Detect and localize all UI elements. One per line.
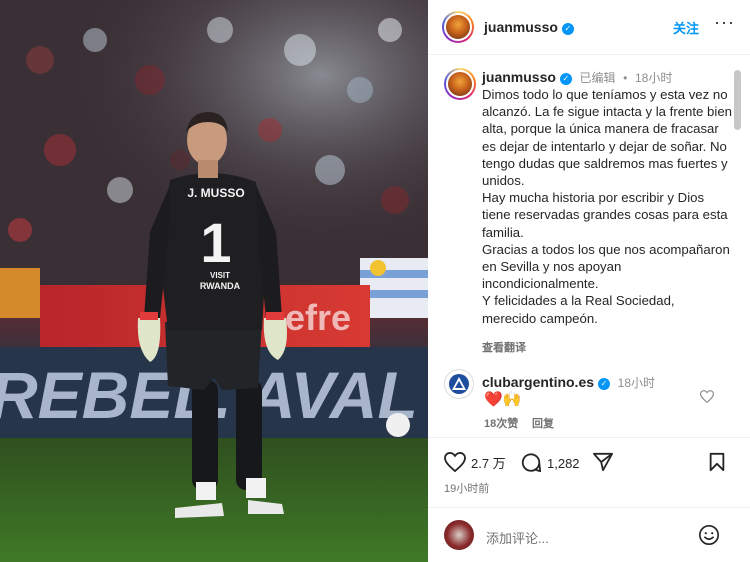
see-translation-link[interactable]: 查看翻译	[482, 339, 526, 355]
post-side-panel: juanmusso ✓ 关注 ··· juanmusso ✓ 已编辑 • 18小时 …	[428, 0, 750, 562]
scrollbar-thumb[interactable]	[734, 70, 741, 130]
follow-button[interactable]: 关注	[673, 18, 699, 37]
caption-text: Dimos todo lo que teníamos y esta vez no…	[482, 86, 732, 327]
heart-icon[interactable]	[444, 452, 466, 472]
caption-verified-badge-icon: ✓	[559, 73, 572, 85]
caption-time: 18小时	[635, 71, 673, 85]
verified-badge-icon: ✓	[561, 23, 574, 35]
jersey-number: 1	[200, 211, 231, 274]
caption-paragraph: Dimos todo lo que teníamos y esta vez no…	[482, 87, 732, 189]
goalkeeper-photo: efre REBEL. AVAL J. MUSSO 1 VISIT RWANDA	[0, 0, 428, 562]
post-photo[interactable]: efre REBEL. AVAL J. MUSSO 1 VISIT RWANDA	[0, 0, 428, 562]
author-name-wrap: juanmusso ✓	[484, 19, 574, 37]
comment-count[interactable]: 1,282	[547, 456, 580, 471]
jersey-sponsor-line2: RWANDA	[200, 281, 241, 291]
comment-text: ❤️🙌	[484, 391, 522, 408]
commenter-avatar[interactable]	[444, 369, 474, 399]
post-header: juanmusso ✓ 关注 ···	[428, 0, 750, 55]
jersey-name: J. MUSSO	[187, 186, 244, 200]
caption-paragraph: Y felicidades a la Real Sociedad, mereci…	[482, 293, 675, 326]
comment-reply-button[interactable]: 回复	[532, 415, 554, 431]
author-avatar[interactable]	[442, 11, 474, 43]
comment-input[interactable]: 添加评论...	[486, 528, 549, 547]
caption-separator: •	[623, 71, 628, 85]
caption-header: juanmusso ✓ 已编辑 • 18小时	[482, 69, 722, 86]
edited-label: 已编辑	[579, 71, 616, 85]
commenter-verified-badge-icon: ✓	[598, 378, 611, 390]
jersey-sponsor-line1: VISIT	[210, 271, 230, 280]
like-count[interactable]: 2.7 万	[471, 453, 506, 472]
comment-bubble-icon[interactable]	[520, 452, 542, 474]
author-username[interactable]: juanmusso	[484, 19, 558, 35]
comment-time: 18小时	[617, 376, 656, 390]
commenter-username[interactable]: clubargentino.es	[482, 374, 594, 390]
post-actions: 2.7 万 1,282 19小时前	[428, 437, 750, 507]
comment-like-icon[interactable]	[699, 390, 715, 406]
bookmark-icon[interactable]	[708, 452, 726, 472]
comments-section: juanmusso ✓ 已编辑 • 18小时 Dimos todo lo que …	[428, 56, 750, 436]
comment-action[interactable]: 1,282	[520, 452, 580, 474]
current-user-avatar[interactable]	[444, 520, 474, 550]
caption-paragraph: Gracias a todos los que nos acompañaron …	[482, 241, 730, 292]
like-action[interactable]: 2.7 万	[444, 452, 506, 472]
caption-author-username[interactable]: juanmusso	[482, 69, 556, 85]
caption-author-avatar[interactable]	[444, 68, 476, 100]
caption-author-avatar-image	[446, 70, 474, 98]
share-action[interactable]	[592, 452, 619, 472]
board-text: efre	[285, 297, 351, 338]
more-options-icon[interactable]: ···	[714, 12, 735, 33]
comment-header: clubargentino.es ✓ 18小时	[482, 374, 655, 391]
save-action[interactable]	[708, 452, 731, 472]
comment-composer: 添加评论...	[428, 507, 750, 562]
comment-likes[interactable]: 18次赞	[484, 415, 518, 431]
share-icon[interactable]	[592, 452, 614, 472]
emoji-picker-icon[interactable]	[698, 524, 720, 546]
posted-time: 19小时前	[444, 483, 490, 495]
caption-paragraph: Hay mucha historia por escribir y Dios t…	[482, 190, 728, 240]
author-avatar-image	[444, 13, 472, 41]
club-logo-icon	[449, 374, 469, 394]
